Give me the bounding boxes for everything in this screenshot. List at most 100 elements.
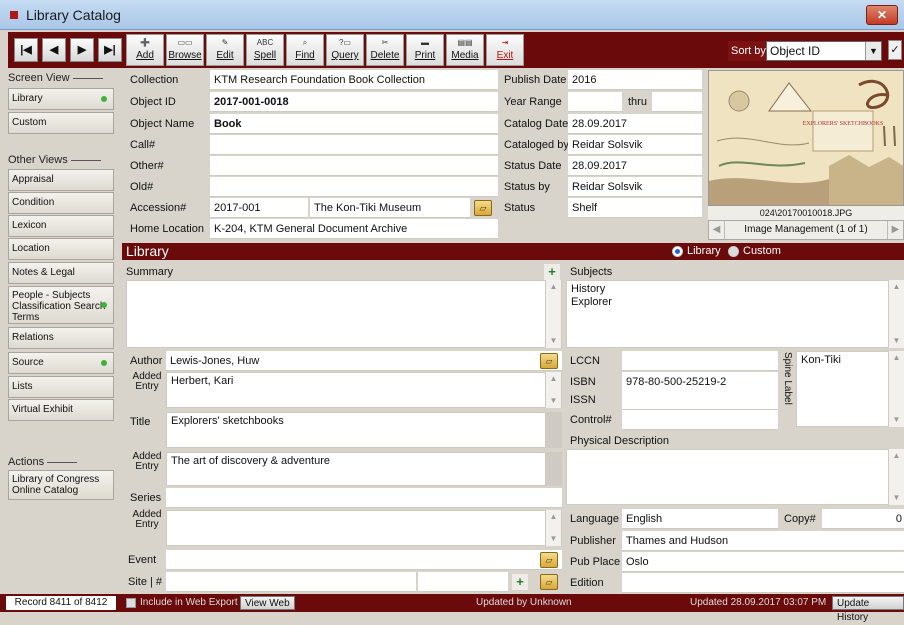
spine-label-scrollbar[interactable]: ▲ ▼: [888, 351, 904, 427]
add-site-plus-icon[interactable]: +: [512, 574, 528, 590]
author-field[interactable]: Lewis-Jones, Huw: [166, 351, 562, 371]
added-entry-series-scrollbar[interactable]: ▲ ▼: [545, 510, 561, 546]
added-entry-series-field[interactable]: [166, 510, 562, 546]
copy-number-field[interactable]: 0: [822, 509, 904, 529]
first-record-button[interactable]: |◀: [14, 38, 38, 62]
title-field[interactable]: Explorers' sketchbooks: [166, 412, 562, 448]
image-management-button[interactable]: Image Management (1 of 1): [729, 221, 883, 239]
radio-library[interactable]: [672, 246, 683, 257]
language-field[interactable]: English: [622, 509, 778, 529]
year-range-to-field[interactable]: [652, 92, 702, 112]
added-entry-author-scrollbar[interactable]: ▲ ▼: [545, 372, 561, 408]
event-field[interactable]: [166, 550, 562, 570]
publish-date-field[interactable]: 2016: [568, 70, 702, 90]
view-relations-button[interactable]: Relations: [8, 327, 114, 349]
view-location-button[interactable]: Location: [8, 238, 114, 260]
year-range-from-field[interactable]: [568, 92, 622, 112]
lccn-field[interactable]: [622, 351, 778, 371]
radio-custom[interactable]: [728, 246, 739, 257]
record-counter: Record 8411 of 8412: [6, 596, 116, 610]
home-location-field[interactable]: K-204, KTM General Document Archive: [210, 219, 498, 239]
update-history-button[interactable]: Update History: [832, 596, 904, 623]
summary-field[interactable]: [126, 280, 562, 348]
chevron-down-icon[interactable]: ▼: [865, 42, 881, 60]
query-button[interactable]: ?▭ Query: [326, 34, 364, 66]
publisher-field[interactable]: Thames and Hudson: [622, 531, 904, 551]
call-number-field[interactable]: [210, 135, 498, 155]
spell-button[interactable]: ABC Spell: [246, 34, 284, 66]
object-image[interactable]: EXPLORERS' SKETCHBOOKS: [708, 70, 904, 206]
next-record-button[interactable]: ▶: [70, 38, 94, 62]
edition-field[interactable]: [622, 573, 904, 593]
view-web-button[interactable]: View Web: [240, 596, 295, 610]
physical-description-field[interactable]: [566, 449, 904, 505]
accession-source-field[interactable]: The Kon-Tiki Museum: [310, 198, 470, 218]
added-entry-title-scrollbar[interactable]: [545, 452, 561, 486]
series-field[interactable]: [166, 488, 562, 508]
control-number-field[interactable]: [622, 410, 778, 430]
status-date-field[interactable]: 28.09.2017: [568, 156, 702, 176]
folder-icon[interactable]: ▱: [474, 200, 492, 216]
cataloged-by-field[interactable]: Reidar Solsvik: [568, 135, 702, 155]
delete-button[interactable]: ✂ Delete: [366, 34, 404, 66]
exit-button[interactable]: ⇥ Exit: [486, 34, 524, 66]
collection-field[interactable]: KTM Research Foundation Book Collection: [210, 70, 498, 90]
subjects-field[interactable]: History Explorer: [566, 280, 904, 348]
checkmark-icon[interactable]: ✓: [888, 40, 902, 60]
pub-place-field[interactable]: Oslo: [622, 552, 904, 572]
updated-timestamp: Updated 28.09.2017 03:07 PM: [690, 597, 827, 608]
view-source-button[interactable]: Source: [8, 352, 114, 374]
subject-item: History: [571, 283, 606, 295]
find-button[interactable]: ⌕ Find: [286, 34, 324, 66]
subject-item: Explorer: [571, 296, 612, 308]
object-name-field[interactable]: Book: [210, 114, 498, 134]
last-record-button[interactable]: ▶|: [98, 38, 122, 62]
print-button[interactable]: ▬ Print: [406, 34, 444, 66]
folder-icon[interactable]: ▱: [540, 574, 558, 590]
toolbar: |◀ ◀ ▶ ▶| ➕ Add ▭▭ Browse ✎ Edit ABC Spell ⌕…: [8, 32, 904, 68]
title-scrollbar[interactable]: [545, 412, 561, 448]
site-number-field[interactable]: [418, 572, 508, 592]
chevron-right-icon[interactable]: ▶: [887, 221, 903, 239]
view-people-subjects-button[interactable]: People - Subjects Classification Search …: [8, 286, 114, 324]
subjects-scrollbar[interactable]: ▲ ▼: [888, 280, 904, 348]
accession-field[interactable]: 2017-001: [210, 198, 308, 218]
library-of-congress-button[interactable]: Library of Congress Online Catalog: [8, 470, 114, 500]
browse-button[interactable]: ▭▭ Browse: [166, 34, 204, 66]
view-virtual-exhibit-button[interactable]: Virtual Exhibit: [8, 399, 114, 421]
status-by-field[interactable]: Reidar Solsvik: [568, 177, 702, 197]
chevron-left-icon[interactable]: ◀: [709, 221, 725, 239]
status-field[interactable]: Shelf: [568, 198, 702, 218]
physical-description-scrollbar[interactable]: ▲ ▼: [888, 449, 904, 505]
add-button[interactable]: ➕ Add: [126, 34, 164, 66]
view-lists-button[interactable]: Lists: [8, 376, 114, 398]
close-icon[interactable]: ✕: [866, 5, 898, 25]
isbn-field[interactable]: 978-80-500-25219-2: [622, 372, 778, 392]
view-library-button[interactable]: Library: [8, 88, 114, 110]
catalog-date-field[interactable]: 28.09.2017: [568, 114, 702, 134]
view-notes-legal-button[interactable]: Notes & Legal: [8, 262, 114, 284]
add-summary-plus-icon[interactable]: +: [544, 264, 560, 280]
added-entry-author-field[interactable]: Herbert, Kari: [166, 372, 562, 408]
summary-scrollbar[interactable]: ▲ ▼: [545, 280, 561, 348]
other-number-field[interactable]: [210, 156, 498, 176]
edit-button[interactable]: ✎ Edit: [206, 34, 244, 66]
previous-record-button[interactable]: ◀: [42, 38, 66, 62]
folder-icon[interactable]: ▱: [540, 353, 558, 369]
media-button[interactable]: ▤▤ Media: [446, 34, 484, 66]
sort-select[interactable]: Object ID ▼: [766, 41, 882, 61]
view-lexicon-button[interactable]: Lexicon: [8, 215, 114, 237]
view-appraisal-button[interactable]: Appraisal: [8, 169, 114, 191]
view-custom-button[interactable]: Custom: [8, 112, 114, 134]
cover-title-text: EXPLORERS' SKETCHBOOKS: [803, 121, 884, 127]
radio-custom-label: Custom: [743, 245, 781, 257]
copy-number-label: Copy#: [784, 513, 816, 525]
object-id-field[interactable]: 2017-001-0018: [210, 92, 498, 112]
issn-field[interactable]: [622, 390, 778, 410]
folder-icon[interactable]: ▱: [540, 552, 558, 568]
view-condition-button[interactable]: Condition: [8, 192, 114, 214]
added-entry-title-field[interactable]: The art of discovery & adventure: [166, 452, 562, 486]
web-export-checkbox[interactable]: [126, 598, 136, 608]
site-field[interactable]: [166, 572, 416, 592]
old-number-field[interactable]: [210, 177, 498, 197]
